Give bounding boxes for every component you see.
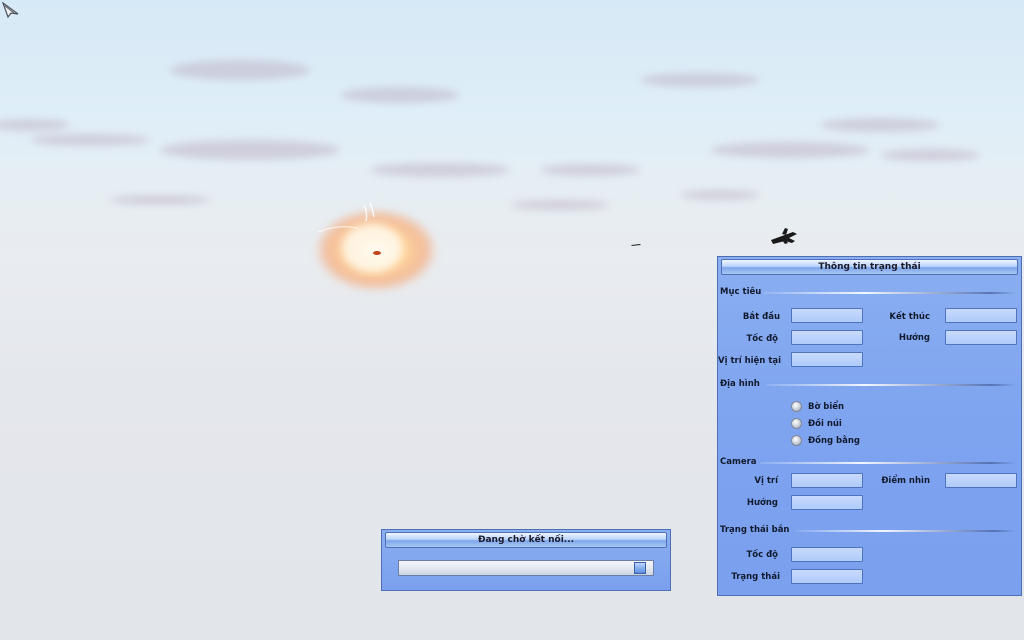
explosion-effect <box>314 202 438 292</box>
terrain-option-hills[interactable]: Đồi núi <box>791 418 842 429</box>
fire-status-separator <box>796 530 1016 532</box>
camera-section-heading: Camera <box>720 457 757 467</box>
clouds <box>0 60 980 210</box>
fire-state-field[interactable] <box>791 569 863 584</box>
target-current-position-field[interactable] <box>791 352 863 367</box>
fire-status-section-heading: Trạng thái bắn <box>720 525 790 535</box>
status-panel-title[interactable]: Thông tin trạng thái <box>721 259 1018 275</box>
target-direction-field[interactable] <box>945 330 1017 345</box>
camera-direction-label: Hướng <box>746 498 778 508</box>
target-end-field[interactable] <box>945 308 1017 323</box>
camera-separator <box>760 462 1016 464</box>
terrain-option-coast[interactable]: Bờ biển <box>791 401 844 412</box>
terrain-option-plains[interactable]: Đồng bằng <box>791 435 860 446</box>
target-current-position-label: Vị trí hiện tại <box>718 356 782 366</box>
cursor-icon <box>2 2 19 18</box>
terrain-section-heading: Địa hình <box>720 379 760 389</box>
target-separator <box>764 292 1016 294</box>
terrain-separator <box>766 384 1016 386</box>
target-start-field[interactable] <box>791 308 863 323</box>
target-speed-field[interactable] <box>791 330 863 345</box>
radio-icon[interactable] <box>791 418 802 429</box>
camera-viewpoint-label: Điểm nhìn <box>881 476 930 486</box>
status-panel: Thông tin trạng thái Mục tiêu Bắt đầu Kế… <box>717 256 1022 596</box>
fire-speed-field[interactable] <box>791 547 863 562</box>
progress-handle <box>634 562 646 574</box>
camera-direction-field[interactable] <box>791 495 863 510</box>
camera-viewpoint-field[interactable] <box>945 473 1017 488</box>
target-start-label: Bắt đầu <box>742 312 780 322</box>
target-end-label: Kết thúc <box>889 312 930 322</box>
target-direction-label: Hướng <box>898 333 930 343</box>
target-section-heading: Mục tiêu <box>720 287 762 297</box>
fire-state-label: Trạng thái <box>731 572 780 582</box>
fire-speed-label: Tốc độ <box>746 550 778 560</box>
radio-icon[interactable] <box>791 401 802 412</box>
radio-icon[interactable] <box>791 435 802 446</box>
aircraft-icon <box>771 228 797 244</box>
connection-dialog-title[interactable]: Đang chờ kết nối... <box>385 532 667 548</box>
connection-progress-bar <box>398 560 654 576</box>
camera-position-field[interactable] <box>791 473 863 488</box>
camera-position-label: Vị trí <box>754 476 778 486</box>
missile-icon <box>631 244 641 246</box>
connection-dialog: Đang chờ kết nối... <box>381 529 671 591</box>
target-speed-label: Tốc độ <box>746 334 778 344</box>
